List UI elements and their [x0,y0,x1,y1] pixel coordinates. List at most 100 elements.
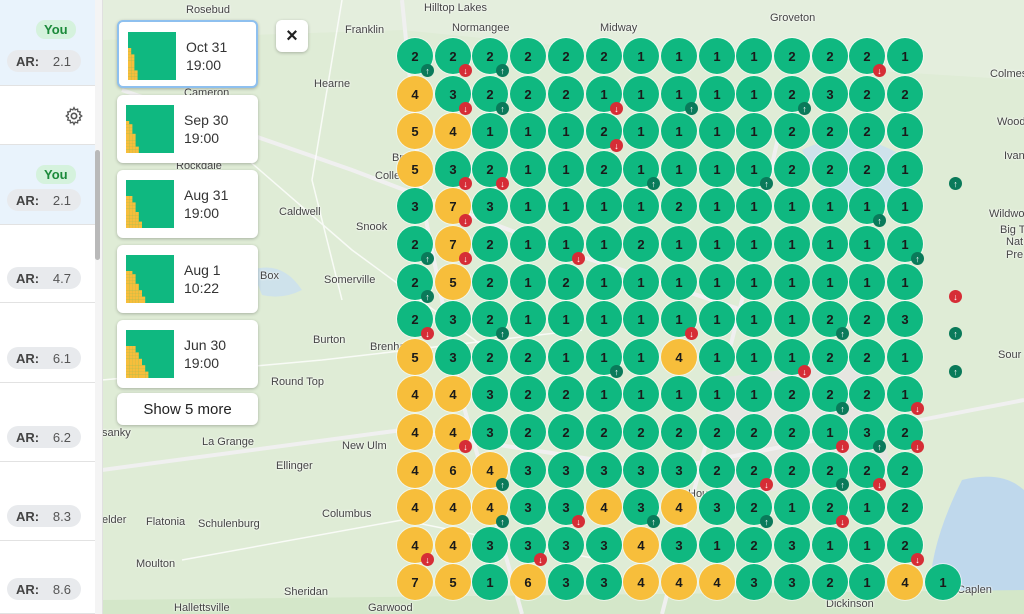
rank-pin[interactable]: 1 [510,113,546,149]
rank-pin[interactable]: 1 [586,301,622,337]
rank-pin[interactable]: 1 [774,264,810,300]
rank-pin[interactable]: 2 [586,414,622,450]
rank-pin[interactable]: 1 [736,76,772,112]
rank-pin[interactable]: 2 [623,414,659,450]
rank-pin[interactable]: 2 [774,113,810,149]
rank-pin[interactable]: 3 [510,452,546,488]
rank-pin[interactable]: 1 [849,489,885,525]
rank-pin[interactable]: 2 [510,76,546,112]
rank-pin[interactable]: 2 [548,376,584,412]
rank-pin[interactable]: 2 [661,414,697,450]
rank-pin[interactable]: 1 [699,527,735,563]
rank-pin[interactable]: 1 [699,151,735,187]
rank-pin[interactable]: 6 [510,564,546,600]
rank-pin[interactable]: 2 [510,339,546,375]
rank-pin[interactable]: 1 [849,564,885,600]
rank-pin[interactable]: 2 [472,339,508,375]
rank-pin[interactable]: 1 [887,38,923,74]
scrollbar-track[interactable] [95,0,102,614]
rank-pin[interactable]: 2 [812,38,848,74]
rank-pin[interactable]: 2 [548,76,584,112]
rank-pin[interactable]: 4 [397,452,433,488]
rank-pin[interactable]: 2 [472,264,508,300]
snapshot-card[interactable]: Jun 30 19:00 [117,320,258,388]
rank-pin[interactable]: 2 [849,301,885,337]
rank-pin[interactable]: 4 [661,339,697,375]
rank-pin[interactable]: 1 [774,188,810,224]
rank-pin[interactable]: 1 [736,38,772,74]
rank-pin[interactable]: 1 [699,264,735,300]
ranking-row[interactable]: AR: 6.1 [0,303,95,383]
rank-pin[interactable]: 5 [397,339,433,375]
rank-pin[interactable]: 1 [472,564,508,600]
rank-pin[interactable]: 3 [472,527,508,563]
rank-pin[interactable]: 1 [887,339,923,375]
rank-pin[interactable]: 1 [510,264,546,300]
rank-pin[interactable]: 2 [623,226,659,262]
rank-pin[interactable]: 2 [812,339,848,375]
rank-pin[interactable]: 2 [812,564,848,600]
rank-pin[interactable]: 2 [812,151,848,187]
rank-pin[interactable]: 5 [397,113,433,149]
rank-pin[interactable]: 2 [699,452,735,488]
rank-pin[interactable]: 3 [661,527,697,563]
rank-pin[interactable]: 3 [586,452,622,488]
rank-pin[interactable]: 1 [849,226,885,262]
rank-pin[interactable]: 2 [887,489,923,525]
rank-pin[interactable]: 2 [849,76,885,112]
rank-pin[interactable]: 3 [472,188,508,224]
rank-pin[interactable]: 2 [849,376,885,412]
rank-pin[interactable]: 3 [586,527,622,563]
rank-pin[interactable]: 1 [736,339,772,375]
rank-pin[interactable]: 1 [699,38,735,74]
rank-pin[interactable]: 3 [548,564,584,600]
rank-pin[interactable]: 1 [849,264,885,300]
rank-pin[interactable]: 1 [661,38,697,74]
rank-pin[interactable]: 3 [435,339,471,375]
rank-pin[interactable]: 2 [887,452,923,488]
rank-pin[interactable]: 5 [397,151,433,187]
gear-icon[interactable] [64,106,84,126]
rank-pin[interactable]: 1 [849,527,885,563]
rank-pin[interactable]: 3 [510,489,546,525]
snapshot-card[interactable]: Oct 31 19:00 [117,20,258,88]
rank-pin[interactable]: 4 [699,564,735,600]
rank-pin[interactable]: 1 [623,113,659,149]
ranking-row[interactable]: AR: 8.3 [0,462,95,541]
rank-pin[interactable]: 1 [623,339,659,375]
rank-pin[interactable]: 1 [510,188,546,224]
rank-pin[interactable]: 1 [887,188,923,224]
rank-pin[interactable]: 1 [774,489,810,525]
rank-pin[interactable]: 4 [397,76,433,112]
rank-pin[interactable]: 4 [435,489,471,525]
rank-pin[interactable]: 3 [586,564,622,600]
rank-pin[interactable]: 1 [548,113,584,149]
rank-pin[interactable]: 3 [661,452,697,488]
rank-pin[interactable]: 1 [699,188,735,224]
rank-pin[interactable]: 6 [435,452,471,488]
rank-pin[interactable]: 1 [661,264,697,300]
rank-pin[interactable]: 4 [661,489,697,525]
rank-pin[interactable]: 1 [887,113,923,149]
rank-pin[interactable]: 1 [736,226,772,262]
rank-pin[interactable]: 4 [435,376,471,412]
rank-pin[interactable]: 1 [510,151,546,187]
rank-pin[interactable]: 4 [397,414,433,450]
rank-pin[interactable]: 1 [925,564,961,600]
rank-pin[interactable]: 1 [774,226,810,262]
rank-pin[interactable]: 2 [774,414,810,450]
rank-pin[interactable]: 1 [812,188,848,224]
rank-pin[interactable]: 1 [736,301,772,337]
rank-pin[interactable]: 2 [774,452,810,488]
rank-pin[interactable]: 1 [510,301,546,337]
ranking-row[interactable]: You AR: 2.1 [0,145,95,225]
rank-pin[interactable]: 1 [623,188,659,224]
rank-pin[interactable]: 1 [586,376,622,412]
rank-pin[interactable]: 3 [699,489,735,525]
rank-pin[interactable]: 3 [472,376,508,412]
rank-pin[interactable]: 2 [586,38,622,74]
rank-pin[interactable]: 2 [699,414,735,450]
rank-pin[interactable]: 3 [774,527,810,563]
rank-pin[interactable]: 2 [774,376,810,412]
scrollbar-thumb[interactable] [95,150,100,260]
